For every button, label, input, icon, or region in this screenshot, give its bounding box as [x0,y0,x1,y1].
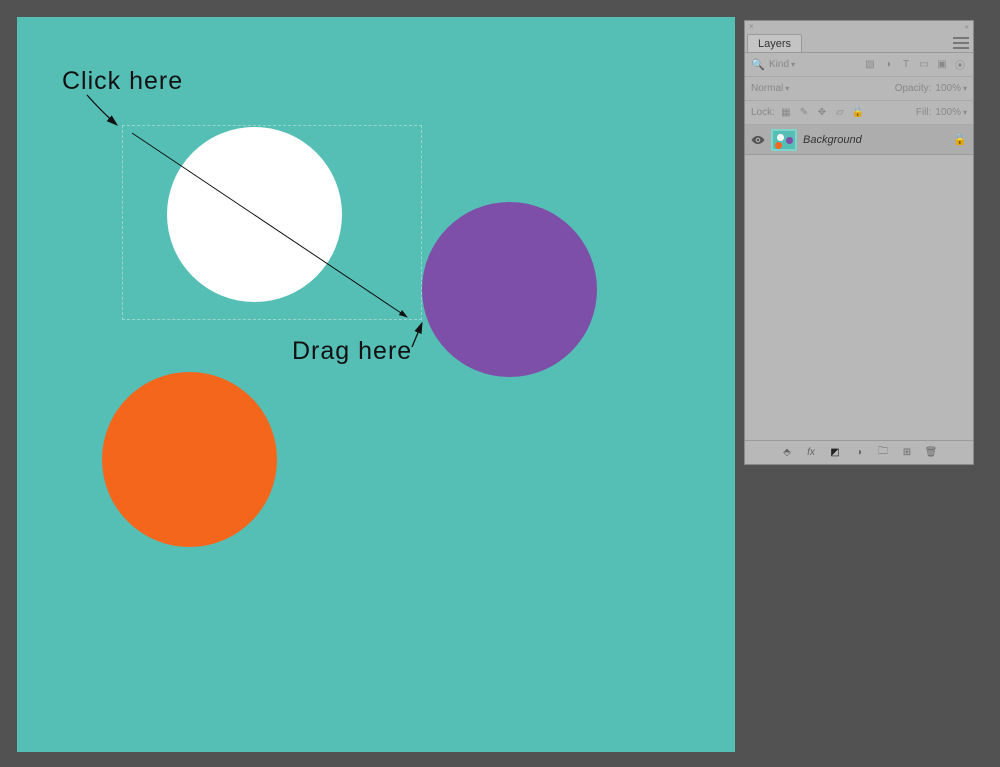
fill-label: Fill: [916,107,932,118]
filter-shape-icon[interactable]: ▭ [917,58,931,72]
shape-purple-circle[interactable] [422,202,597,377]
layer-name-label[interactable]: Background [803,134,947,146]
filter-pixel-icon[interactable]: ▧ [863,58,877,72]
shape-orange-circle[interactable] [102,372,277,547]
panel-footer: ⬘ fx ◩ ◑ 🗀 ⊞ 🗑 [745,440,973,464]
filter-adjust-icon[interactable]: ◑ [881,58,895,72]
layer-lock-icon[interactable]: 🔒 [953,133,967,147]
blend-mode-dropdown[interactable]: Normal [751,83,783,94]
layer-filter-row: 🔍 Kind ▾ ▧ ◑ T ▭ ▣ ⦿ [745,53,973,77]
filter-type-icon[interactable]: T [899,58,913,72]
lock-transparent-icon[interactable]: ▦ [779,106,793,120]
tab-layers[interactable]: Layers [747,34,802,52]
filter-toggle-icon[interactable]: ⦿ [953,58,967,72]
chevron-down-icon[interactable]: ▾ [791,60,795,69]
delete-layer-icon[interactable]: 🗑 [924,446,938,460]
link-layers-icon[interactable]: ⬘ [780,446,794,460]
opacity-value[interactable]: 100% [935,83,961,94]
collapse-icon[interactable]: « [965,22,969,31]
adjustment-layer-icon[interactable]: ◑ [852,446,866,460]
filter-smart-icon[interactable]: ▣ [935,58,949,72]
fx-icon[interactable]: fx [804,446,818,460]
add-mask-icon[interactable]: ◩ [828,446,842,460]
opacity-label: Opacity: [895,83,932,94]
lock-brush-icon[interactable]: ✎ [797,106,811,120]
chevron-down-icon[interactable]: ▾ [963,84,967,93]
lock-row: Lock: ▦ ✎ ✥ ▱ 🔒 Fill: 100% ▾ [745,101,973,125]
shape-white-circle[interactable] [167,127,342,302]
new-layer-icon[interactable]: ⊞ [900,446,914,460]
chevron-down-icon[interactable]: ▾ [785,84,789,93]
lock-artboard-icon[interactable]: ▱ [833,106,847,120]
search-icon[interactable]: 🔍 [751,58,765,72]
panel-tab-bar: Layers [745,31,973,53]
close-icon[interactable]: × [749,22,754,31]
layer-list[interactable]: Background 🔒 [745,125,973,440]
group-icon[interactable]: 🗀 [876,446,890,460]
visibility-eye-icon[interactable] [751,133,765,147]
fill-value[interactable]: 100% [935,107,961,118]
blend-row: Normal ▾ Opacity: 100% ▾ [745,77,973,101]
layer-item[interactable]: Background 🔒 [745,125,973,155]
annotation-drag-label: Drag here [292,337,412,366]
panel-drag-header[interactable]: × « [745,21,973,31]
annotation-click-label: Click here [62,67,183,96]
lock-move-icon[interactable]: ✥ [815,106,829,120]
panel-menu-icon[interactable] [953,37,969,49]
lock-label: Lock: [751,107,775,118]
layer-thumbnail[interactable] [771,129,797,151]
layers-panel[interactable]: × « Layers 🔍 Kind ▾ ▧ ◑ T ▭ ▣ ⦿ Normal ▾… [744,20,974,465]
filter-kind-label[interactable]: Kind [769,59,789,70]
chevron-down-icon[interactable]: ▾ [963,108,967,117]
document-canvas[interactable]: Click here Drag here [17,17,735,752]
lock-all-icon[interactable]: 🔒 [851,106,865,120]
annotation-arrows [17,17,735,752]
